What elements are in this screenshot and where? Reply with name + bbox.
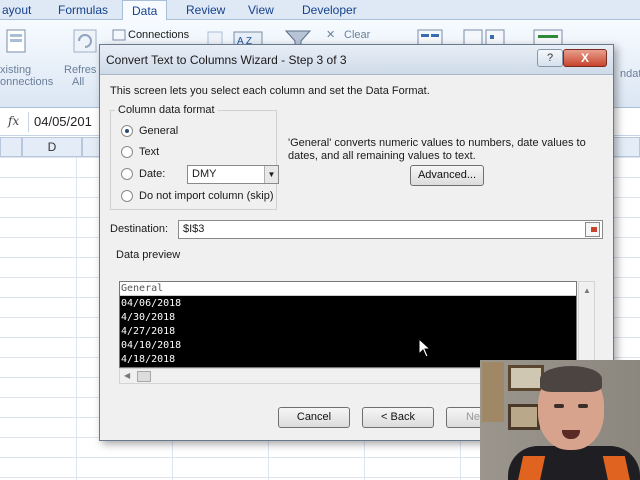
wall-picture bbox=[508, 404, 540, 430]
radio-skip-label: Do not import column (skip) bbox=[139, 190, 274, 202]
radio-skip[interactable]: Do not import column (skip) bbox=[121, 188, 274, 204]
date-format-value: DMY bbox=[192, 168, 217, 180]
tab-developer[interactable]: Developer bbox=[302, 3, 357, 17]
connections-label[interactable]: Connections bbox=[128, 29, 189, 41]
presenter-hair bbox=[540, 366, 602, 392]
radio-general-label: General bbox=[139, 125, 179, 137]
advanced-button[interactable]: Advanced... bbox=[410, 165, 484, 186]
back-button[interactable]: < Back bbox=[362, 407, 434, 428]
radio-text-indicator[interactable] bbox=[121, 146, 133, 158]
tab-review[interactable]: Review bbox=[186, 3, 225, 17]
tab-data[interactable]: Data bbox=[122, 0, 168, 21]
refresh-all-label-2: All bbox=[72, 76, 85, 88]
presenter-eye-right bbox=[578, 404, 588, 408]
refresh-all-icon[interactable] bbox=[70, 26, 100, 56]
existing-connections-label-2: onnections bbox=[0, 76, 54, 88]
dialog-titlebar[interactable]: Convert Text to Columns Wizard - Step 3 … bbox=[100, 45, 613, 75]
radio-skip-indicator[interactable] bbox=[121, 190, 133, 202]
intro-text: This screen lets you select each column … bbox=[110, 85, 430, 97]
wall-certificate bbox=[508, 365, 544, 391]
clear-label[interactable]: Clear bbox=[344, 29, 370, 41]
preview-row: 4/30/2018 bbox=[121, 312, 176, 323]
close-button[interactable]: X bbox=[563, 49, 607, 67]
preview-rows: 04/06/2018 4/30/2018 4/27/2018 04/10/201… bbox=[121, 297, 181, 367]
column-data-format-legend: Column data format bbox=[115, 104, 218, 116]
radio-date[interactable]: Date: bbox=[121, 166, 165, 182]
column-header-d[interactable]: D bbox=[22, 137, 82, 157]
preview-row: 04/10/2018 bbox=[121, 340, 182, 351]
cancel-button[interactable]: Cancel bbox=[278, 407, 350, 428]
help-icon: ? bbox=[546, 52, 554, 64]
close-icon: X bbox=[580, 51, 589, 65]
tab-formulas[interactable]: Formulas bbox=[58, 3, 108, 17]
ribbon-side-label: ndat bbox=[620, 68, 640, 80]
date-format-select[interactable]: DMY ▼ bbox=[187, 165, 279, 184]
select-all-corner[interactable] bbox=[0, 137, 22, 157]
data-preview-label: Data preview bbox=[116, 249, 181, 261]
preview-row: 4/18/2018 bbox=[121, 354, 176, 365]
ribbon-tab-bar: ayout Formulas Data Review View Develope… bbox=[0, 0, 640, 21]
chevron-down-icon[interactable]: ▼ bbox=[264, 166, 278, 183]
tab-page-layout[interactable]: ayout bbox=[2, 3, 31, 17]
radio-text-label: Text bbox=[139, 146, 160, 158]
clear-filter-icon[interactable]: ✕ bbox=[326, 29, 335, 41]
preview-column-header[interactable]: General bbox=[120, 282, 576, 296]
preview-vertical-scrollbar[interactable]: ▲ bbox=[578, 281, 595, 368]
data-preview-pane[interactable]: General 04/06/2018 4/30/2018 4/27/2018 0… bbox=[119, 281, 577, 368]
radio-date-label: Date: bbox=[139, 168, 166, 180]
existing-connections-icon[interactable] bbox=[4, 28, 30, 56]
existing-connections-label-1: xisting bbox=[0, 64, 32, 76]
destination-label: Destination: bbox=[110, 223, 169, 235]
webcam-overlay bbox=[480, 360, 640, 480]
fx-icon[interactable]: fx bbox=[8, 114, 19, 128]
scroll-thumb[interactable] bbox=[137, 371, 151, 382]
refresh-all-label-1: Refres bbox=[64, 64, 97, 76]
dialog-title: Convert Text to Columns Wizard - Step 3 … bbox=[106, 53, 347, 67]
tab-view[interactable]: View bbox=[248, 3, 274, 17]
preview-header-label: General bbox=[121, 283, 164, 294]
scroll-left-icon[interactable]: ◀ bbox=[124, 371, 130, 380]
destination-input[interactable]: $I$3 bbox=[178, 220, 603, 239]
radio-date-indicator[interactable] bbox=[121, 168, 133, 180]
help-button[interactable]: ? bbox=[537, 49, 563, 67]
preview-row: 4/27/2018 bbox=[121, 326, 176, 337]
connections-icon bbox=[112, 29, 126, 41]
radio-general-indicator[interactable] bbox=[121, 125, 133, 137]
column-data-format-group: Column data format General Text Date: DM… bbox=[110, 104, 279, 210]
cursor-arrow-icon bbox=[418, 338, 432, 358]
general-format-note: 'General' converts numeric values to num… bbox=[288, 137, 586, 162]
scroll-up-icon[interactable]: ▲ bbox=[583, 286, 591, 295]
formula-bar-value[interactable]: 04/05/201 bbox=[28, 112, 108, 132]
destination-picker-icon[interactable] bbox=[585, 222, 600, 237]
preview-row: 04/06/2018 bbox=[121, 298, 182, 309]
destination-value: $I$3 bbox=[183, 223, 205, 235]
radio-general[interactable]: General bbox=[121, 123, 178, 139]
cork-board bbox=[482, 362, 504, 422]
presenter-eye-left bbox=[554, 404, 564, 408]
radio-text[interactable]: Text bbox=[121, 144, 159, 160]
